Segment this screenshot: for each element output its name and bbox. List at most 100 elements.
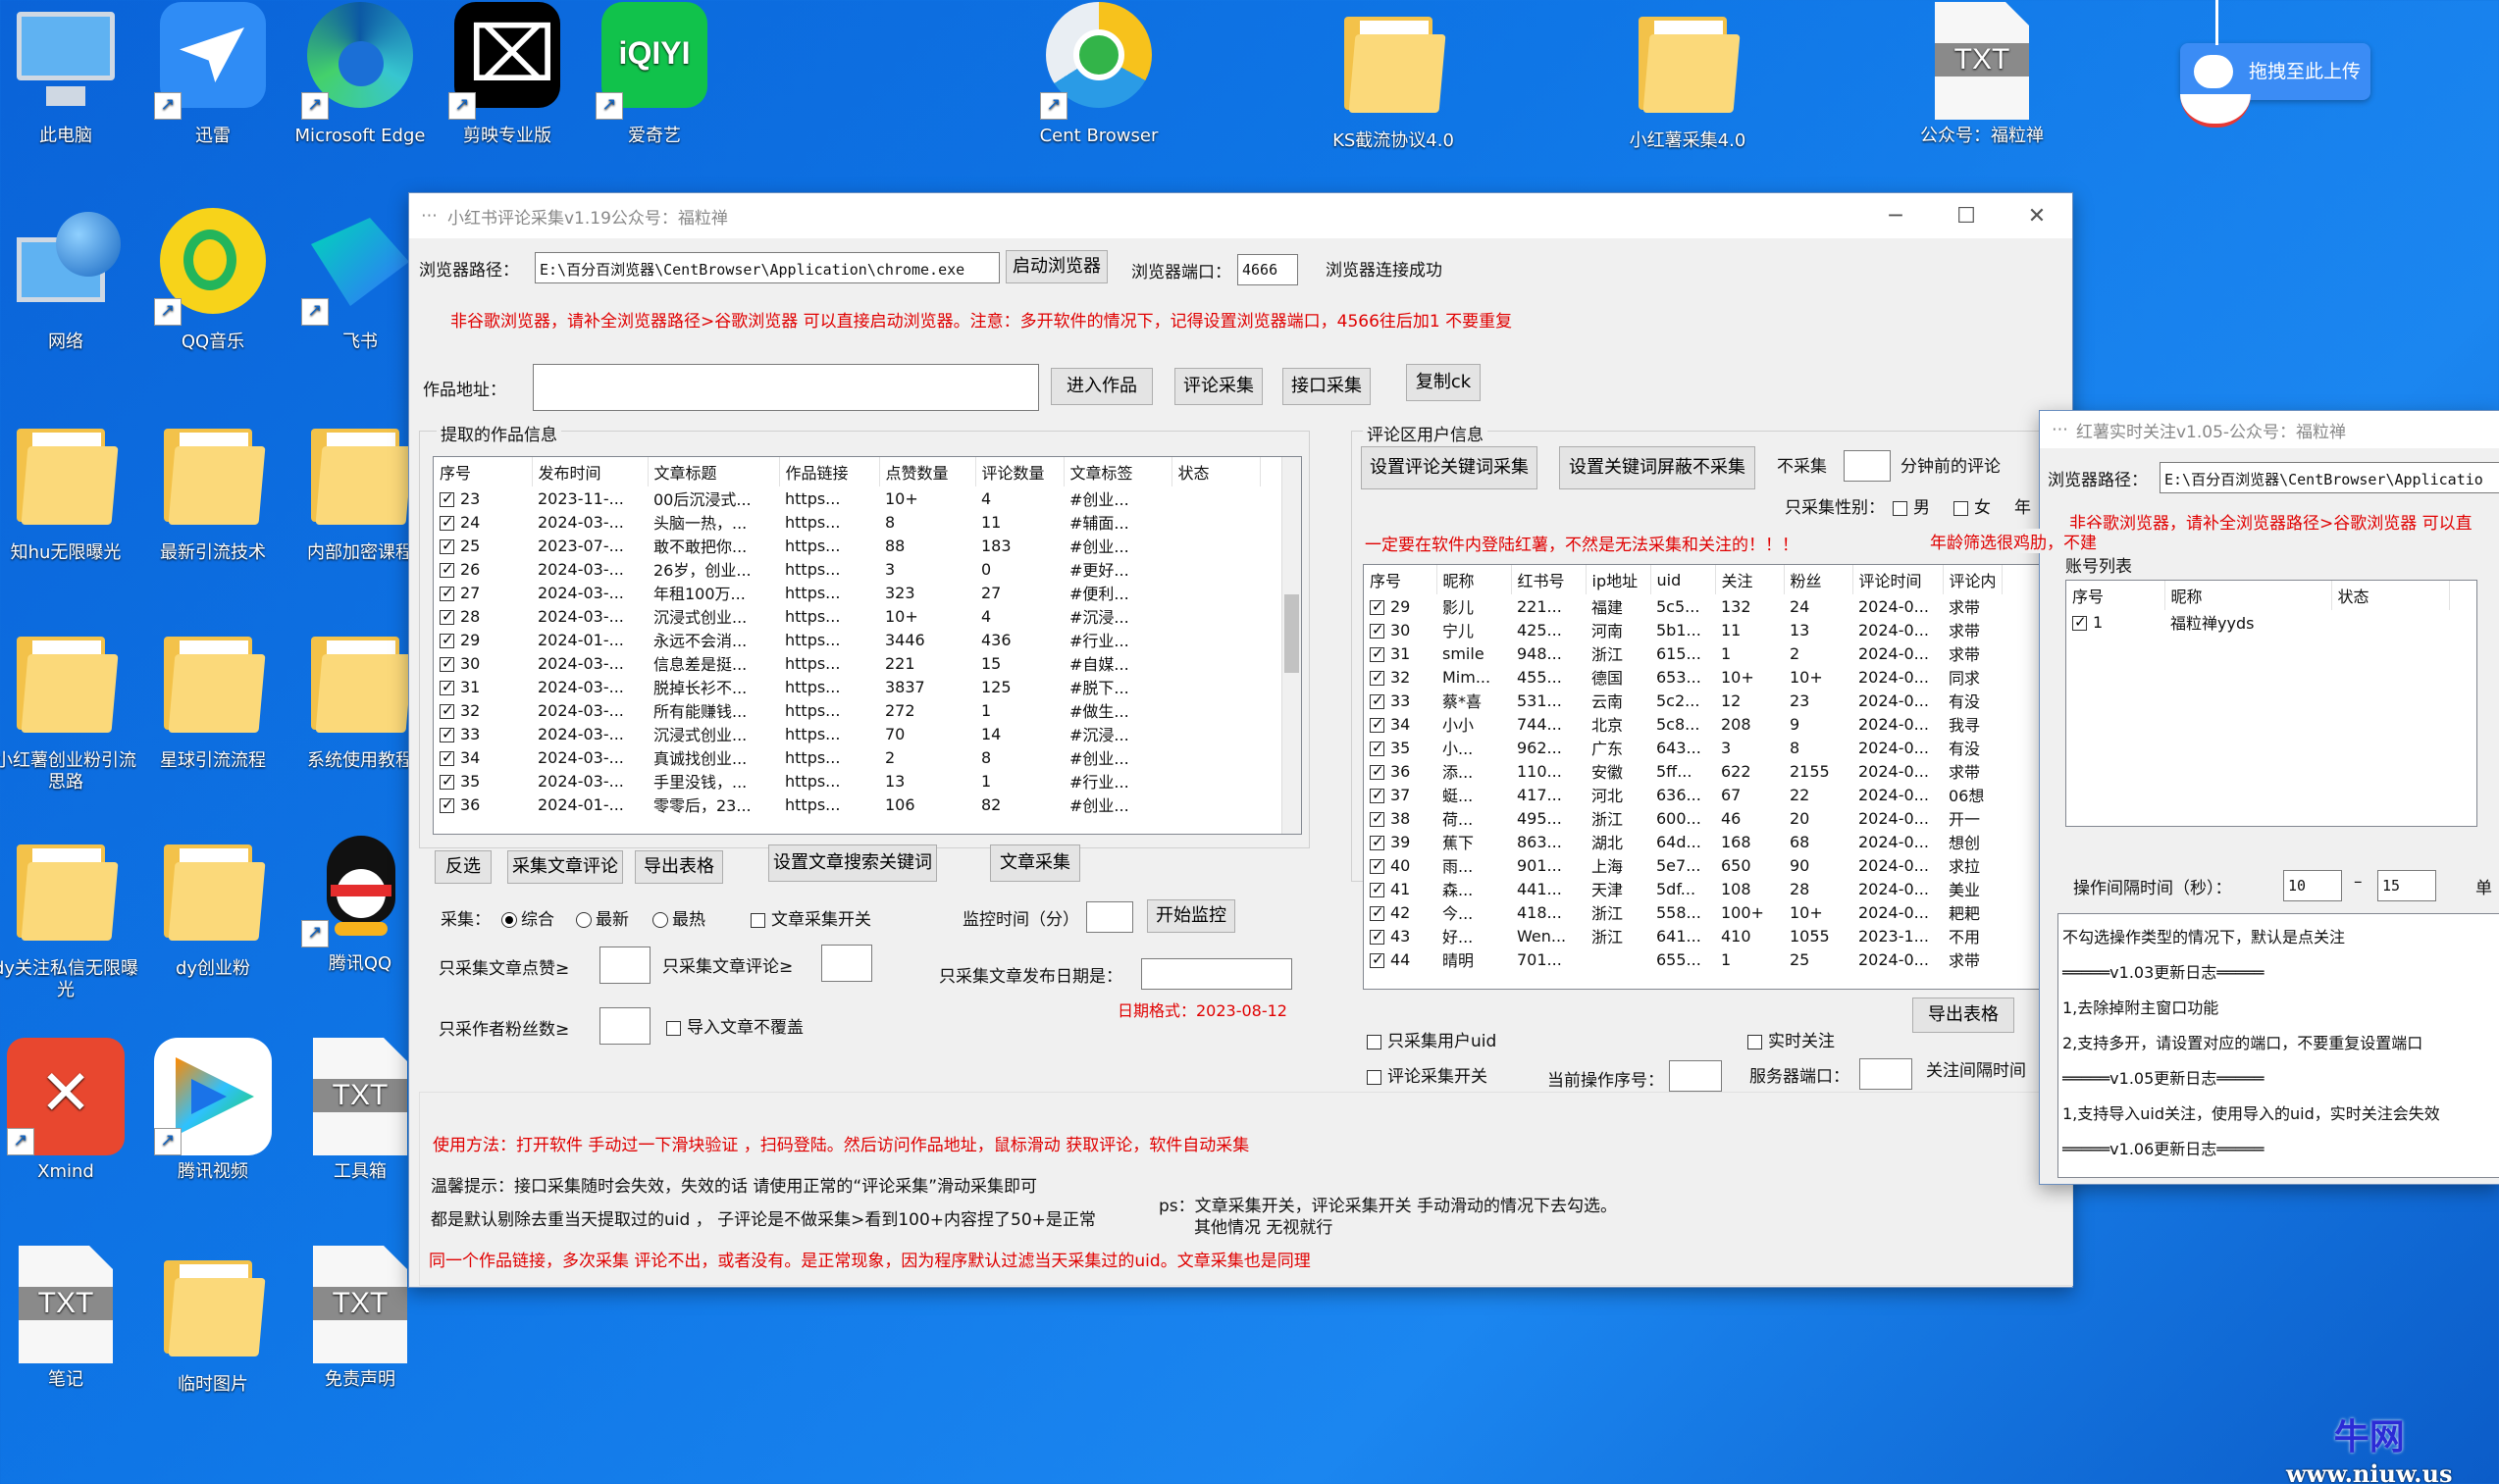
enter-work-button[interactable]: 进入作品 <box>1051 368 1153 405</box>
row-checkbox[interactable] <box>1370 668 1384 686</box>
female-box[interactable] <box>1953 500 1968 516</box>
column-header[interactable]: 评论数量 <box>975 457 1065 486</box>
table-row[interactable]: 26 2024-03-... 26岁，创业... https... 3 0 #更好... <box>434 557 1260 581</box>
table-row[interactable]: 43 好... Wen... 浙江 641... 410 1055 2023-1... 不用 <box>1364 924 2002 947</box>
row-checkbox[interactable] <box>1370 809 1384 827</box>
set-block-keyword-button[interactable]: 设置关键词屏蔽不采集 <box>1559 446 1755 489</box>
only-comments-input[interactable] <box>821 945 872 982</box>
article-switch-checkbox[interactable]: 文章采集开关 <box>751 905 871 930</box>
male-checkbox[interactable]: 男 <box>1893 493 1930 518</box>
minutes-input[interactable] <box>1844 450 1891 482</box>
works-table[interactable]: 序号发布时间文章标题作品链接点赞数量评论数量文章标签状态232023-11-..… <box>433 456 1302 835</box>
only-uid-box[interactable] <box>1367 1034 1381 1049</box>
column-header[interactable]: 状态 <box>2331 581 2450 610</box>
radio-hot[interactable]: 最热 <box>652 905 705 930</box>
browser-path-input[interactable]: E:\百分百浏览器\CentBrowser\Application\chrome… <box>535 252 1000 283</box>
interval-from-input[interactable]: 10 <box>2283 870 2342 901</box>
radio-all-dot[interactable] <box>501 912 517 928</box>
column-header[interactable]: 粉丝 <box>1784 565 1853 594</box>
start-browser-button[interactable]: 启动浏览器 <box>1006 250 1108 283</box>
table-row[interactable]: 30 宁儿 425... 河南 5b1... 11 13 2024-0... 求带 <box>1364 618 2002 641</box>
row-checkbox[interactable] <box>440 584 454 601</box>
port-input[interactable]: 4666 <box>1237 254 1298 285</box>
desktop-icon[interactable]: 小红薯采集4.0 <box>1614 2 1761 152</box>
comment-collect-button[interactable]: 评论采集 <box>1174 368 1263 405</box>
no-overwrite-checkbox[interactable]: 导入文章不覆盖 <box>666 1013 804 1038</box>
realtime-follow-box[interactable] <box>1747 1034 1762 1049</box>
table-row[interactable]: 34 小小 744... 北京 5c8... 208 9 2024-0... 我寻 <box>1364 712 2002 736</box>
only-fans-input[interactable] <box>599 1007 651 1045</box>
radio-new-dot[interactable] <box>576 912 592 928</box>
row-checkbox[interactable] <box>1370 786 1384 803</box>
row-checkbox[interactable] <box>1370 621 1384 639</box>
column-header[interactable]: uid <box>1650 565 1716 594</box>
column-header[interactable]: 序号 <box>1364 565 1437 594</box>
realtime-follow-checkbox[interactable]: 实时关注 <box>1747 1027 1835 1051</box>
column-header[interactable]: 序号 <box>434 457 533 486</box>
row-checkbox[interactable] <box>440 654 454 672</box>
male-box[interactable] <box>1893 500 1907 516</box>
column-header[interactable]: 发布时间 <box>532 457 649 486</box>
desktop-icon[interactable]: ↗ Microsoft Edge <box>286 2 434 147</box>
desktop-icon[interactable]: dy关注私信无限曝光 <box>0 830 139 1001</box>
table-row[interactable]: 23 2023-11-... 00后沉浸式... https... 10+ 4 #创业... <box>434 486 1260 510</box>
table-row[interactable]: 29 影儿 221... 福建 5c5... 132 24 2024-0... 求带 <box>1364 594 2002 618</box>
row-checkbox[interactable] <box>1370 880 1384 897</box>
table-row[interactable]: 28 2024-03-... 沉浸式创业... https... 10+ 4 #沉浸... <box>434 604 1260 628</box>
desktop-icon[interactable]: 星球引流流程 <box>139 622 286 772</box>
column-header[interactable]: 关注 <box>1715 565 1785 594</box>
minimize-icon[interactable]: ─ <box>1860 204 1931 229</box>
desktop-icon[interactable]: 网络 <box>0 208 139 353</box>
desktop-icon[interactable]: ↗ QQ音乐 <box>139 208 286 353</box>
desktop-icon[interactable]: ↗ 迅雷 <box>139 2 286 147</box>
invert-select-button[interactable]: 反选 <box>435 850 492 884</box>
row-checkbox[interactable] <box>440 748 454 766</box>
desktop-icon[interactable]: iQIYI ↗ 爱奇艺 <box>581 2 728 147</box>
table-row[interactable]: 24 2024-03-... 头脑一热，... https... 8 11 #辅面... <box>434 510 1260 534</box>
accounts-table[interactable]: 序号昵称状态1福粒禅yyds <box>2065 580 2477 827</box>
column-header[interactable]: 点赞数量 <box>879 457 976 486</box>
interval-to-input[interactable]: 15 <box>2377 870 2436 901</box>
desktop-icon[interactable]: TXT 公众号：福粒禅 <box>1908 2 2056 147</box>
table-row[interactable]: 39 蕉下 863... 湖北 64d... 168 68 2024-0... 想创 <box>1364 830 2002 853</box>
desktop-icon[interactable]: 小红薯创业粉引流思路 <box>0 622 139 793</box>
comment-switch-box[interactable] <box>1367 1069 1381 1085</box>
table-row[interactable]: 40 雨... 901... 上海 5e7... 650 90 2024-0... 求拉 <box>1364 853 2002 877</box>
row-checkbox[interactable] <box>1370 950 1384 968</box>
only-uid-checkbox[interactable]: 只采集用户uid <box>1367 1027 1496 1051</box>
desktop-icon[interactable]: 知hu无限曝光 <box>0 414 139 564</box>
column-header[interactable]: 文章标题 <box>648 457 780 486</box>
table-row[interactable]: 38 荷... 495... 浙江 600... 46 20 2024-0... 开一 <box>1364 806 2002 830</box>
radio-new[interactable]: 最新 <box>576 905 629 930</box>
follow-path-input[interactable]: E:\百分百浏览器\CentBrowser\Applicatio <box>2160 462 2499 493</box>
row-checkbox[interactable] <box>440 631 454 648</box>
radio-all[interactable]: 综合 <box>501 905 554 930</box>
row-checkbox[interactable] <box>440 772 454 790</box>
copy-ck-button[interactable]: 复制ck <box>1406 364 1481 401</box>
desktop-icon[interactable]: 临时图片 <box>139 1246 286 1396</box>
table-row[interactable]: 35 2024-03-... 手里没钱，... https... 13 1 #行业... <box>434 769 1260 793</box>
row-checkbox[interactable] <box>1370 691 1384 709</box>
column-header[interactable]: 文章标签 <box>1064 457 1172 486</box>
current-op-input[interactable] <box>1669 1060 1722 1092</box>
desktop-icon[interactable]: dy创业粉 <box>139 830 286 980</box>
table-row[interactable]: 44 晴明 701... 655... 1 25 2024-0... 求带 <box>1364 947 2002 971</box>
set-comment-keyword-button[interactable]: 设置评论关键词采集 <box>1361 446 1537 489</box>
row-checkbox[interactable] <box>440 537 454 554</box>
row-checkbox[interactable] <box>1370 833 1384 850</box>
only-date-input[interactable] <box>1141 958 1292 990</box>
article-switch-box[interactable] <box>751 912 765 928</box>
row-checkbox[interactable] <box>1370 927 1384 945</box>
table-row[interactable]: 41 森... 441... 天津 5df... 108 28 2024-0... 美业 <box>1364 877 2002 900</box>
row-checkbox[interactable] <box>440 725 454 742</box>
column-header[interactable]: 序号 <box>2066 581 2165 610</box>
table-row[interactable]: 27 2024-03-... 年租100万... https... 323 27 #便利..… <box>434 581 1260 604</box>
table-row[interactable]: 1 福粒禅yyds <box>2066 610 2449 634</box>
column-header[interactable]: 昵称 <box>1436 565 1512 594</box>
table-row[interactable]: 42 今... 418... 浙江 558... 100+ 10+ 2024-0... 耙耙 <box>1364 900 2002 924</box>
only-likes-input[interactable] <box>599 947 651 984</box>
table-row[interactable]: 35 小... 962... 广东 643... 3 8 2024-0... 有没 <box>1364 736 2002 759</box>
row-checkbox[interactable] <box>440 678 454 695</box>
api-collect-button[interactable]: 接口采集 <box>1282 368 1371 405</box>
row-checkbox[interactable] <box>1370 903 1384 921</box>
